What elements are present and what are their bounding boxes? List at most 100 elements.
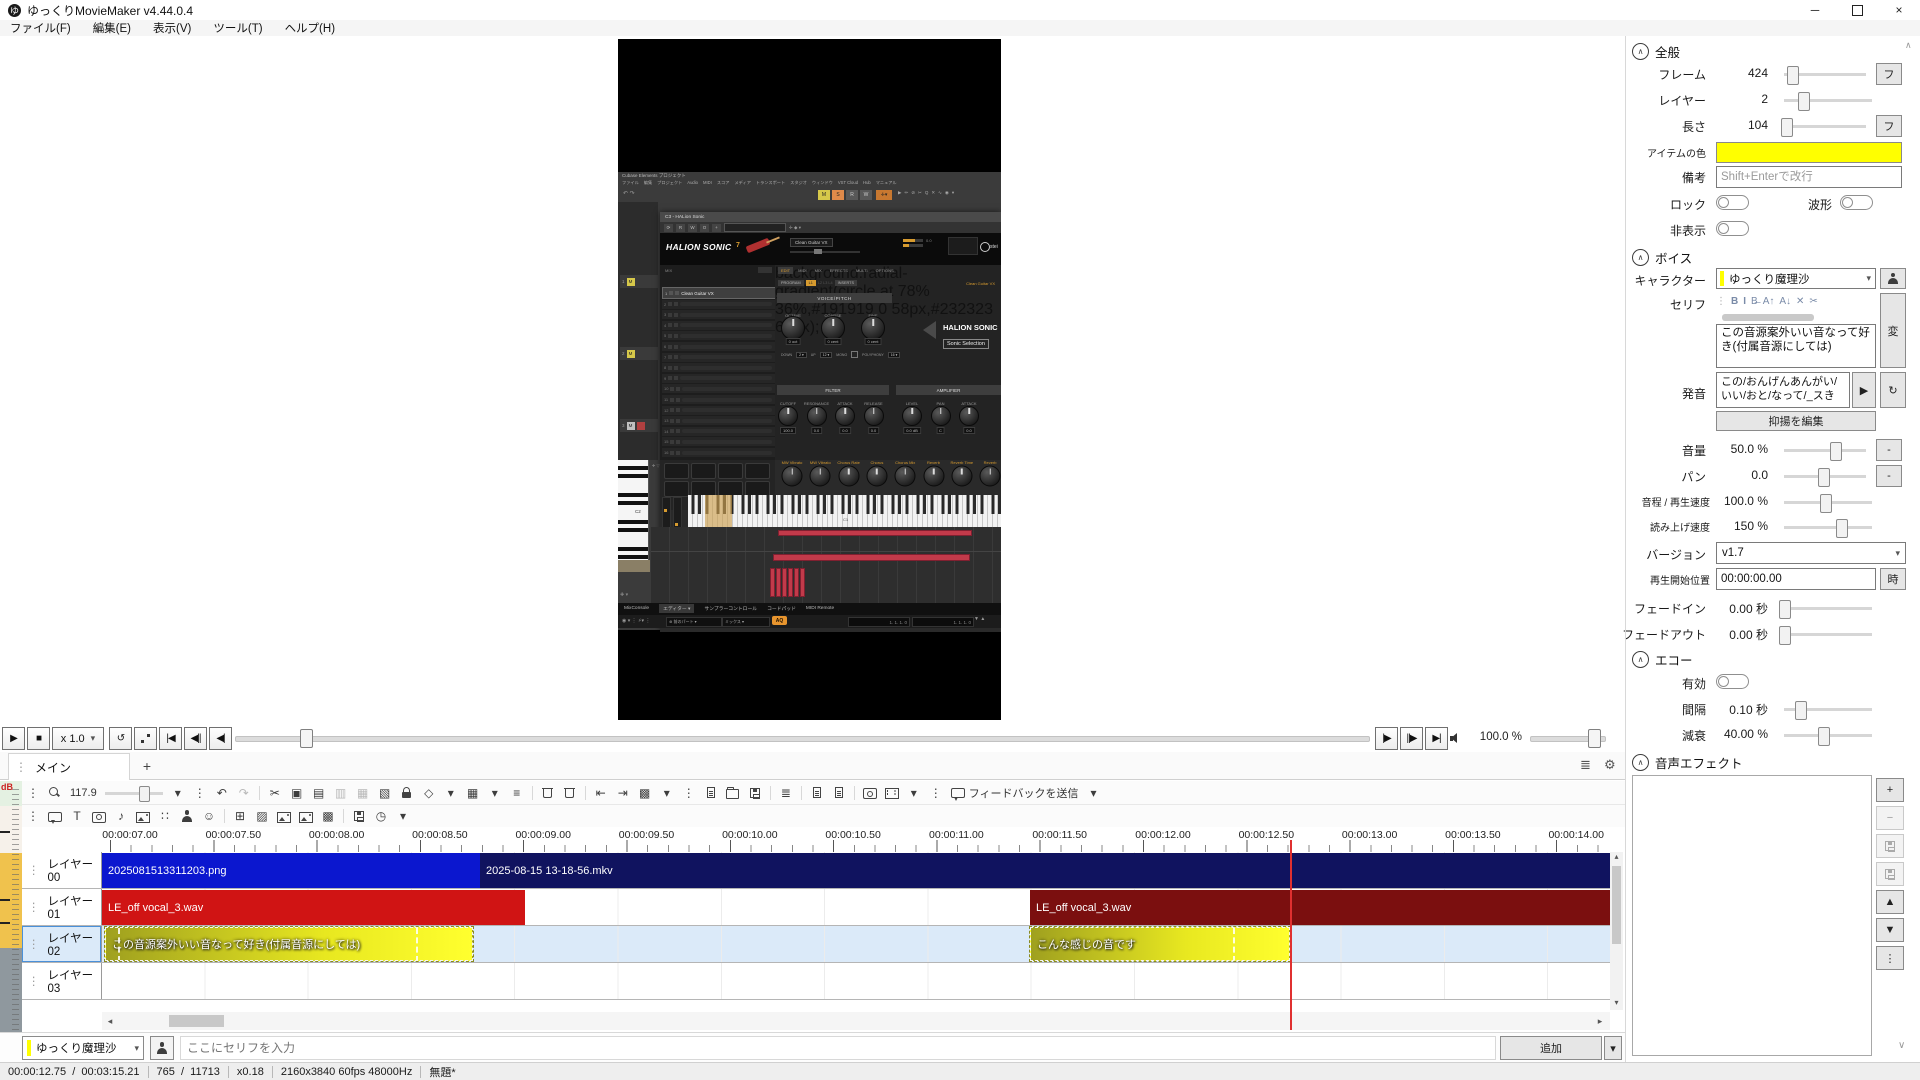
play-button[interactable]: ▶ <box>2 727 25 750</box>
fade-out-slider-thumb[interactable] <box>1779 626 1791 645</box>
quick-knob-2[interactable] <box>838 466 859 487</box>
collapse-icon[interactable]: ∧ <box>1632 43 1649 60</box>
new-file-icon[interactable] <box>703 784 719 802</box>
zoom-slider[interactable] <box>105 786 163 800</box>
editor-tab-2[interactable]: サンプラーコントロール <box>704 605 757 612</box>
frame-f-button[interactable]: フ <box>1876 63 1902 85</box>
frame-capture-icon[interactable] <box>884 784 900 802</box>
version-select[interactable]: v1.7▾ <box>1716 542 1906 564</box>
quick-knob-1[interactable] <box>810 466 831 487</box>
layer-slider[interactable] <box>1784 92 1872 109</box>
add-tab-button[interactable]: + <box>138 757 156 775</box>
screenshot-icon[interactable] <box>862 784 878 802</box>
frame-slider[interactable] <box>1784 66 1866 83</box>
template-save-icon[interactable] <box>351 807 367 825</box>
video-preview[interactable]: Cubase Elements プロジェクトファイル編集プロジェクトAudioM… <box>618 39 1001 720</box>
character-edit-button[interactable] <box>150 1036 174 1060</box>
tab-main[interactable]: ⋮メイン <box>8 753 130 780</box>
fknob-0[interactable] <box>778 406 798 426</box>
list-menu-icon[interactable]: ≣ <box>1580 757 1591 773</box>
quick-knob-3[interactable] <box>866 466 887 487</box>
feedback-icon[interactable] <box>950 784 966 802</box>
editor-tab-4[interactable]: MIDI Remote <box>806 606 834 611</box>
pan-slider-thumb[interactable] <box>1818 468 1830 487</box>
add-audio-icon[interactable]: ♪ <box>113 807 129 825</box>
halion-tab-options[interactable]: OPTIONS <box>873 267 897 274</box>
add-face-icon[interactable]: ☺ <box>201 807 217 825</box>
echo-enabled-toggle[interactable] <box>1716 674 1749 689</box>
add-image-icon[interactable] <box>135 807 151 825</box>
speech-rate-slider-thumb[interactable] <box>1836 519 1848 538</box>
format-icon-4[interactable]: A↓ <box>1779 296 1791 307</box>
stop-button[interactable]: ■ <box>27 727 50 750</box>
voice-character-select[interactable]: ゆっくり魔理沙▾ <box>1716 268 1876 289</box>
editor-tab-1[interactable]: エディター ▾ <box>659 604 694 613</box>
keyframe-link-button[interactable] <box>134 727 157 750</box>
add-shape-icon[interactable]: ∷ <box>157 807 173 825</box>
pan-slider[interactable] <box>1784 468 1866 485</box>
format-icon-1[interactable]: I <box>1743 296 1746 307</box>
delete-ripple-icon[interactable] <box>562 784 578 802</box>
pan-link-button[interactable]: - <box>1876 465 1902 487</box>
align-icon[interactable]: ≡ <box>509 784 525 802</box>
halion-tab-mix[interactable]: MIX <box>812 267 825 274</box>
knob-fine[interactable] <box>861 316 885 340</box>
speaker-icon[interactable] <box>1450 732 1462 744</box>
echo-decay-slider-thumb[interactable] <box>1818 727 1830 746</box>
chevron-down-icon[interactable]: ▾ <box>395 807 411 825</box>
close-button[interactable]: × <box>1878 0 1920 20</box>
minimize-button[interactable]: ─ <box>1794 0 1836 20</box>
panel-scroll-up-icon[interactable]: ∧ <box>1905 40 1912 51</box>
fknob-1[interactable] <box>807 406 827 426</box>
split-icon[interactable]: ▩ <box>637 784 653 802</box>
copy-icon[interactable]: ▣ <box>289 784 305 802</box>
redo-icon[interactable]: ↷ <box>236 784 252 802</box>
collapse-icon[interactable]: ∧ <box>1632 249 1649 266</box>
chevron-down-icon[interactable]: ▾ <box>443 784 459 802</box>
fx-save-button[interactable] <box>1876 862 1904 886</box>
audio-fx-list[interactable] <box>1632 775 1872 1056</box>
serif-convert-button[interactable]: 変 <box>1880 293 1906 368</box>
paste-insert-icon[interactable]: ▥ <box>333 784 349 802</box>
clipboard-icon[interactable]: ▧ <box>377 784 393 802</box>
add-subtitle-button[interactable]: 追加 <box>1500 1036 1602 1060</box>
scroll-down-arrow[interactable]: ▾ <box>1610 998 1623 1010</box>
halion-tab-midi[interactable]: MIDI <box>795 267 809 274</box>
export-icon[interactable] <box>809 784 825 802</box>
panel-scroll-down-icon[interactable]: ∨ <box>1898 1040 1905 1051</box>
add-noise-icon[interactable]: ▩ <box>320 807 336 825</box>
quick-knob-5[interactable] <box>923 466 944 487</box>
knob-coarse[interactable] <box>821 316 845 340</box>
mono-checkbox[interactable] <box>851 351 858 358</box>
paste-icon[interactable]: ▤ <box>311 784 327 802</box>
pitch-slider-thumb[interactable] <box>1820 494 1832 513</box>
open-folder-icon[interactable] <box>725 784 741 802</box>
go-to-end-button[interactable]: ▶| <box>1425 727 1448 750</box>
scroll-up-arrow[interactable]: ▴ <box>1610 852 1623 864</box>
fx-menu-button[interactable]: ⋮ <box>1876 946 1904 970</box>
start-pos-input[interactable] <box>1716 568 1876 590</box>
import-icon[interactable] <box>831 784 847 802</box>
quick-knob-4[interactable] <box>895 466 916 487</box>
menu-item-3[interactable]: ツール(T) <box>213 20 262 36</box>
prev-frame-button[interactable]: ◀|| <box>184 727 207 750</box>
frame-slider-thumb[interactable] <box>1787 66 1799 85</box>
layer-header-1[interactable]: ⋮レイヤー 01 <box>22 889 102 925</box>
add-group-icon[interactable] <box>298 807 314 825</box>
menu-item-4[interactable]: ヘルプ(H) <box>285 20 335 36</box>
layer-header-0[interactable]: ⋮レイヤー 00 <box>22 852 102 888</box>
cut-icon[interactable]: ✂ <box>267 784 283 802</box>
clip-voice-4[interactable]: この音源案外いい音なって好き(付属音源にしては) <box>105 927 473 961</box>
next-frame-button[interactable]: ||▶ <box>1400 727 1423 750</box>
add-effect-item-icon[interactable] <box>276 807 292 825</box>
length-slider-thumb[interactable] <box>1781 118 1793 137</box>
chevron-down-icon[interactable]: ▾ <box>487 784 503 802</box>
halion-tab-multi[interactable]: MULTI <box>853 267 871 274</box>
start-pos-time-button[interactable]: 時 <box>1880 568 1906 590</box>
format-icon-2[interactable]: B̶ <box>1751 296 1758 307</box>
feedback-label[interactable]: フィードバックを送信 <box>969 785 1079 801</box>
chevron-down-icon[interactable]: ▾ <box>906 784 922 802</box>
volume-thumb[interactable] <box>1588 729 1601 748</box>
snap-icon[interactable]: ◇ <box>421 784 437 802</box>
item-color-swatch[interactable] <box>1716 142 1902 163</box>
